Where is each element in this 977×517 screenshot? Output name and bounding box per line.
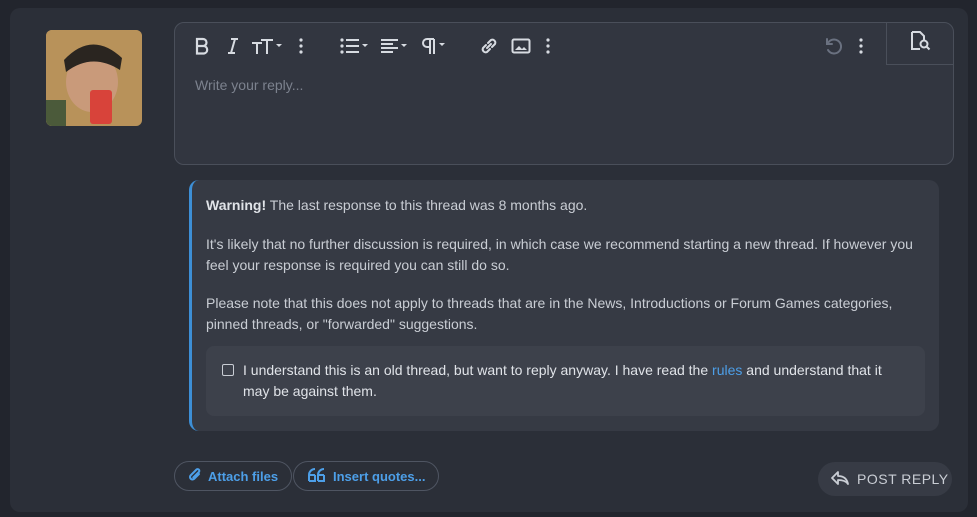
paragraph-icon[interactable] bbox=[420, 33, 448, 59]
acknowledge-checkbox[interactable] bbox=[222, 364, 234, 376]
old-thread-warning: Warning! The last response to this threa… bbox=[189, 180, 939, 431]
editor-toolbar bbox=[175, 23, 953, 69]
acknowledge-label[interactable]: I understand this is an old thread, but … bbox=[243, 360, 903, 402]
italic-icon[interactable] bbox=[225, 33, 241, 59]
warning-line-1: Warning! The last response to this threa… bbox=[206, 195, 916, 216]
quote-icon bbox=[307, 467, 327, 486]
more-vertical-icon[interactable] bbox=[543, 33, 553, 59]
warning-line-2: It's likely that no further discussion i… bbox=[206, 236, 913, 273]
reply-editor[interactable]: Write your reply... bbox=[174, 22, 954, 165]
insert-quotes-label: Insert quotes... bbox=[333, 468, 426, 484]
list-icon[interactable] bbox=[340, 33, 370, 59]
editor-placeholder: Write your reply... bbox=[195, 77, 304, 93]
rules-link[interactable]: rules bbox=[712, 362, 742, 378]
acknowledge-row[interactable]: I understand this is an old thread, but … bbox=[206, 346, 925, 416]
post-reply-label: POST REPLY bbox=[857, 471, 949, 487]
reply-icon bbox=[830, 470, 850, 489]
more-vertical-icon[interactable] bbox=[856, 33, 866, 59]
warning-title: Warning! bbox=[206, 197, 267, 213]
warning-line-3: Please note that this does not apply to … bbox=[206, 295, 893, 332]
link-icon[interactable] bbox=[478, 33, 500, 59]
post-reply-button[interactable]: POST REPLY bbox=[818, 462, 952, 496]
more-vertical-icon[interactable] bbox=[296, 33, 306, 59]
text-size-icon[interactable] bbox=[251, 33, 283, 59]
image-icon[interactable] bbox=[510, 33, 532, 59]
attach-files-label: Attach files bbox=[208, 468, 279, 484]
align-icon[interactable] bbox=[380, 33, 410, 59]
warning-text-1: The last response to this thread was 8 m… bbox=[269, 197, 588, 213]
preview-button[interactable] bbox=[886, 23, 953, 65]
preview-icon bbox=[909, 31, 931, 56]
ack-text-before: I understand this is an old thread, but … bbox=[243, 362, 709, 378]
undo-icon[interactable] bbox=[822, 33, 844, 59]
bold-icon[interactable] bbox=[193, 33, 211, 59]
attach-files-button[interactable]: Attach files bbox=[174, 461, 293, 491]
avatar[interactable] bbox=[46, 30, 142, 126]
paperclip-icon bbox=[188, 467, 202, 486]
insert-quotes-button[interactable]: Insert quotes... bbox=[293, 461, 440, 491]
